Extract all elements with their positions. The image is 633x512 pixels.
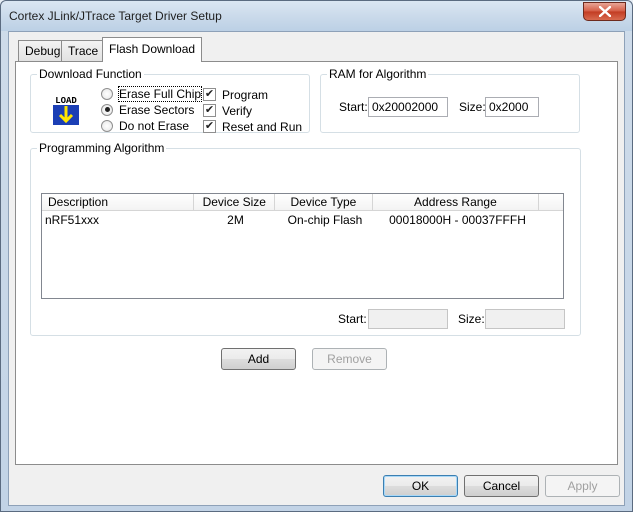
cancel-button[interactable]: Cancel (464, 475, 539, 497)
load-icon-text: LOAD (55, 96, 77, 106)
title-bar[interactable]: Cortex JLink/JTrace Target Driver Setup (1, 1, 632, 31)
reset-and-run-checkbox[interactable]: ✔ (203, 120, 216, 133)
ram-start-input[interactable] (368, 97, 448, 117)
program-option[interactable]: ✔ Program (203, 87, 268, 102)
ram-for-algorithm-group: RAM for Algorithm Start: Size: (320, 67, 580, 133)
column-header-device-type[interactable]: Device Type (275, 194, 373, 211)
radio-selected-dot (104, 107, 110, 112)
tab-trace-label: Trace (68, 44, 99, 58)
tab-flash-download[interactable]: Flash Download (102, 37, 203, 62)
program-checkbox[interactable]: ✔ (203, 88, 216, 101)
table-row[interactable]: nRF51xxx 2M On-chip Flash 00018000H - 00… (42, 212, 541, 228)
column-header-address-range[interactable]: Address Range (372, 194, 540, 211)
tab-flash-download-label: Flash Download (109, 42, 196, 56)
row-device-type: On-chip Flash (287, 213, 363, 227)
algorithm-size-input[interactable] (485, 309, 565, 329)
ram-size-input[interactable] (485, 97, 539, 117)
download-function-group: Download Function LOAD Erase Full Chip E… (30, 67, 310, 134)
verify-option[interactable]: ✔ Verify (203, 103, 252, 118)
tab-debug-label: Debug (25, 44, 61, 58)
erase-full-chip-radio[interactable] (101, 87, 113, 100)
do-not-erase-radio[interactable] (101, 119, 113, 132)
program-label: Program (222, 87, 269, 102)
row-device-size: 2M (227, 213, 244, 227)
window-title: Cortex JLink/JTrace Target Driver Setup (9, 9, 222, 23)
algorithm-start-input[interactable] (368, 309, 448, 329)
algorithm-size-label: Size: (458, 312, 485, 326)
algorithm-list-header: Description Device Size Device Type Addr… (42, 194, 563, 211)
ram-start-label: Start: (339, 100, 368, 114)
verify-checkbox[interactable]: ✔ (203, 104, 216, 117)
erase-sectors-option[interactable]: Erase Sectors (101, 102, 194, 117)
apply-button[interactable]: Apply (545, 475, 620, 497)
load-icon: LOAD (50, 94, 82, 126)
tab-debug[interactable]: Debug (18, 40, 68, 61)
do-not-erase-label: Do not Erase (119, 118, 190, 133)
row-address-range: 00018000H - 00037FFFH (389, 213, 526, 227)
column-header-device-size[interactable]: Device Size (194, 194, 276, 211)
tab-trace[interactable]: Trace (61, 40, 106, 61)
flash-download-panel: Download Function LOAD Erase Full Chip E… (15, 61, 618, 465)
remove-button[interactable]: Remove (312, 348, 387, 370)
algorithm-list[interactable]: Description Device Size Device Type Addr… (41, 193, 564, 299)
erase-sectors-radio[interactable] (101, 103, 113, 116)
column-header-filler (539, 194, 563, 211)
download-function-title: Download Function (37, 67, 144, 81)
reset-and-run-option[interactable]: ✔ Reset and Run (203, 119, 302, 134)
ok-button[interactable]: OK (383, 475, 458, 497)
erase-sectors-label: Erase Sectors (119, 102, 195, 117)
row-description: nRF51xxx (45, 213, 100, 227)
close-icon (598, 6, 611, 17)
verify-label: Verify (222, 103, 253, 118)
programming-algorithm-title: Programming Algorithm (37, 141, 167, 155)
erase-full-chip-label: Erase Full Chip (117, 85, 203, 102)
close-button[interactable] (583, 2, 626, 21)
reset-and-run-label: Reset and Run (222, 119, 303, 134)
ram-size-label: Size: (459, 100, 486, 114)
add-button[interactable]: Add (221, 348, 296, 370)
dialog-client-area: Debug Trace Flash Download Download Func… (8, 31, 625, 506)
dialog-window: Cortex JLink/JTrace Target Driver Setup … (0, 0, 633, 512)
column-header-description[interactable]: Description (42, 194, 195, 211)
ram-for-algorithm-title: RAM for Algorithm (327, 67, 429, 81)
algorithm-start-label: Start: (338, 312, 367, 326)
do-not-erase-option[interactable]: Do not Erase (101, 118, 189, 133)
erase-full-chip-option[interactable]: Erase Full Chip (101, 85, 203, 102)
